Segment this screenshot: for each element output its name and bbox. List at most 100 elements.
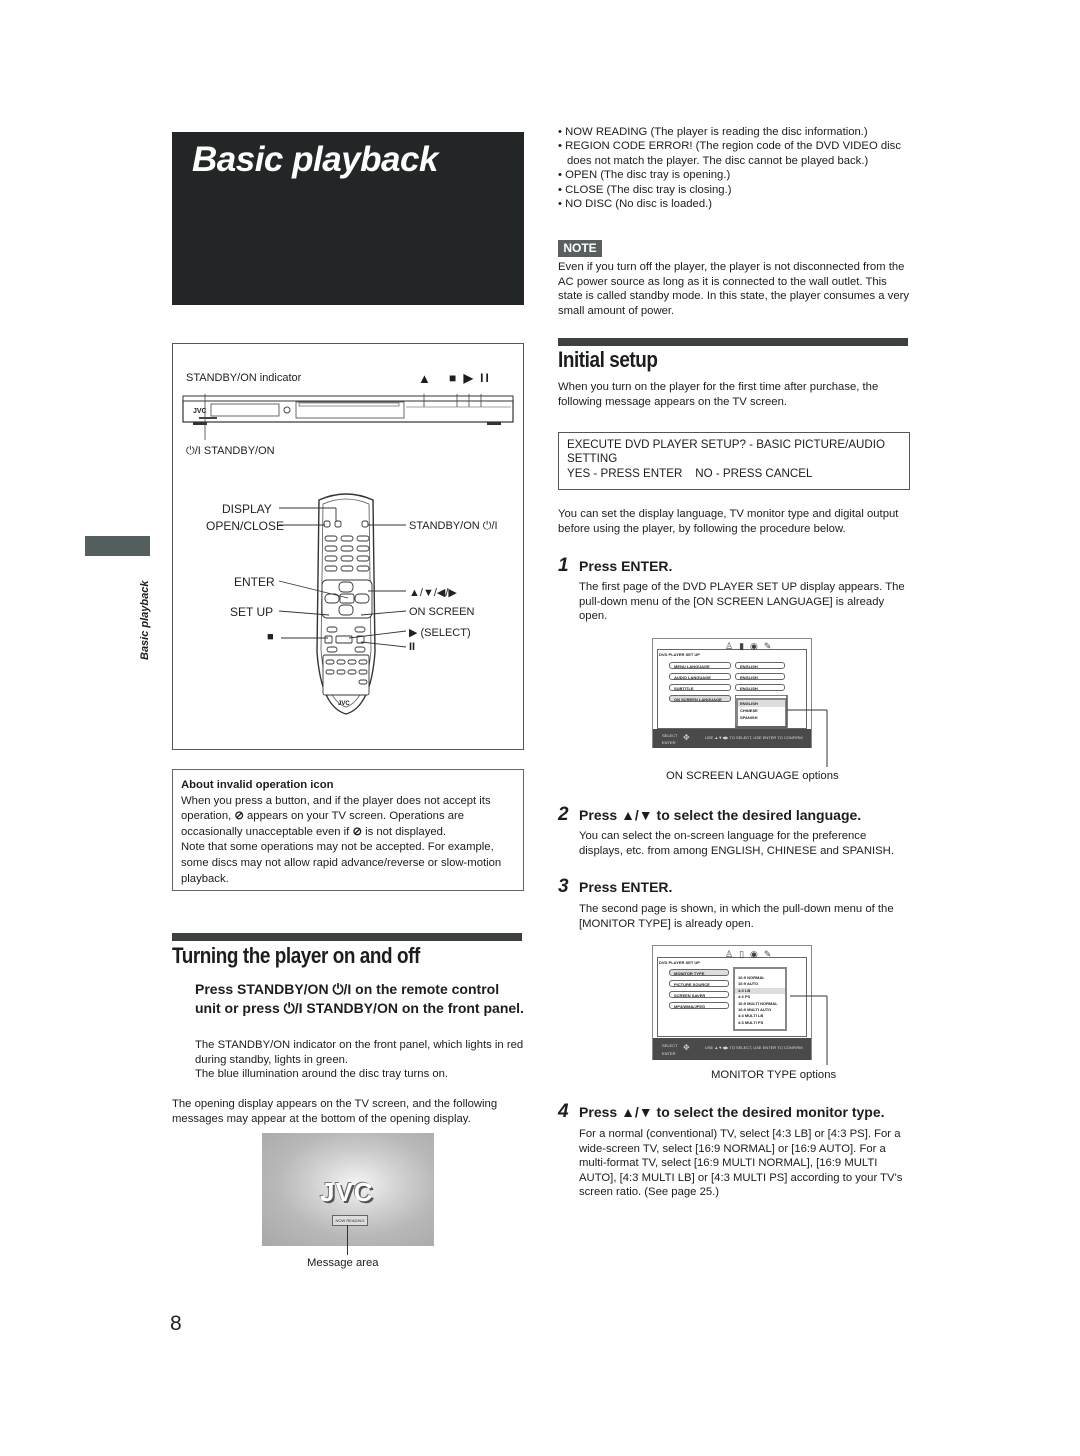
dvd-player-illustration: JVC bbox=[182, 394, 514, 440]
osd-row-label: PICTURE SOURCE bbox=[669, 980, 729, 987]
remote-label-open-close: OPEN/CLOSE bbox=[206, 519, 285, 533]
osd-language-caption: ON SCREEN LANGUAGE options bbox=[666, 770, 839, 782]
remote-label-arrows: ▲/▼/◀/▶ bbox=[409, 587, 457, 599]
osd-header: DVD PLAYER SET UP bbox=[659, 652, 700, 657]
prohibited-icon: ⊘ bbox=[352, 825, 362, 838]
transport-icons: ■ ▶ II bbox=[449, 371, 491, 385]
standby-indicator-label: STANDBY/ON indicator bbox=[186, 372, 302, 384]
osd-row-label: SCREEN SAVER bbox=[669, 991, 729, 998]
note-text: Even if you turn off the player, the pla… bbox=[558, 261, 910, 317]
power-icon: ⏻/I bbox=[186, 445, 201, 457]
setup-message-line2: YES - PRESS ENTER NO - PRESS CANCEL bbox=[567, 466, 813, 480]
step-number: 4 bbox=[558, 1101, 569, 1122]
section-divider bbox=[558, 338, 908, 346]
remote-label-standby: STANDBY/ON ⏻/I bbox=[409, 520, 498, 532]
message-area-callout bbox=[347, 1225, 348, 1255]
osd-tab-icons: ♙▯◉✎ bbox=[725, 949, 778, 959]
message-item: • REGION CODE ERROR! (The region code of… bbox=[558, 140, 901, 167]
message-area-caption: Message area bbox=[307, 1257, 379, 1269]
invalid-operation-line2: operation, ⊘ appears on your TV screen. … bbox=[181, 810, 465, 823]
setup-message-box: EXECUTE DVD PLAYER SETUP? - BASIC PICTUR… bbox=[558, 432, 910, 490]
osd-row-label: MENU LANGUAGE bbox=[669, 662, 731, 669]
step-number: 1 bbox=[558, 555, 569, 576]
chapter-title: Basic playback bbox=[192, 140, 438, 179]
turning-after: The opening display appears on the TV sc… bbox=[172, 1098, 498, 1125]
opening-display-image: JVC NOW READING bbox=[262, 1133, 434, 1246]
osd-footer: SELECT ENTER ✥ USE ▲▼◀▶ TO SELECT, USE E… bbox=[653, 1038, 811, 1060]
stop-icon: ■ bbox=[267, 631, 274, 643]
standby-button-label: ⏻/I STANDBY/ON bbox=[186, 445, 275, 457]
message-item: • CLOSE (The disc tray is closing.) bbox=[558, 183, 732, 196]
message-list: • NOW READING (The player is reading the… bbox=[558, 125, 910, 211]
osd-tab-icons: ♙▮◉✎ bbox=[725, 641, 778, 651]
section-divider bbox=[172, 933, 522, 941]
osd-row-value: ENGLISH bbox=[735, 673, 785, 680]
step-1-text: The first page of the DVD PLAYER SET UP … bbox=[579, 581, 905, 623]
invalid-operation-heading: About invalid operation icon bbox=[181, 779, 334, 791]
jvc-logo: JVC bbox=[320, 1177, 374, 1207]
step-1: 1 Press ENTER. bbox=[558, 555, 672, 577]
remote-label-set-up: SET UP bbox=[230, 605, 274, 619]
osd-dropdown: 16:9 NORMAL 16:9 AUTO 4:3 LB 4:3 PS 16:9… bbox=[733, 967, 787, 1031]
osd-footer-hint: USE ▲▼◀▶ TO SELECT, USE ENTER TO CONFIRM bbox=[705, 1045, 803, 1050]
section-title-initial-setup: Initial setup bbox=[558, 347, 658, 372]
remote-label-select: ▶ (SELECT) bbox=[409, 627, 471, 639]
invalid-operation-line1: When you press a button, and if the play… bbox=[181, 794, 491, 807]
osd-monitor-callout bbox=[790, 995, 828, 1065]
invalid-operation-line4: Note that some operations may not be acc… bbox=[181, 841, 502, 885]
osd-row-label: SUBTITLE bbox=[669, 684, 731, 691]
initial-setup-after: You can set the display language, TV mon… bbox=[558, 508, 899, 535]
note-badge: NOTE bbox=[558, 240, 602, 257]
invalid-operation-note: About invalid operation icon When you pr… bbox=[172, 769, 524, 891]
osd-monitor-caption: MONITOR TYPE options bbox=[711, 1069, 837, 1081]
osd-row-label-selected: ON SCREEN LANGUAGE bbox=[669, 695, 731, 702]
invalid-operation-line3: occasionally unacceptable even if ⊘ is n… bbox=[181, 825, 447, 838]
remote-label-display: DISPLAY bbox=[222, 502, 272, 516]
dpad-icon: ✥ bbox=[683, 1043, 690, 1052]
message-area-box: NOW READING bbox=[332, 1215, 368, 1226]
osd-option: 4:3 MULTI PS bbox=[738, 1019, 764, 1025]
remote-label-on-screen: ON SCREEN bbox=[409, 606, 475, 618]
step-3-text: The second page is shown, in which the p… bbox=[579, 903, 894, 930]
message-item: • OPEN (The disc tray is opening.) bbox=[558, 169, 731, 182]
osd-row-label-selected: MONITOR TYPE bbox=[669, 969, 729, 976]
svg-text:JVC: JVC bbox=[193, 408, 207, 415]
step-2-text: You can select the on-screen language fo… bbox=[579, 830, 894, 857]
osd-row-value: ENGLISH bbox=[735, 662, 785, 669]
osd-row-label: MP3/WMA/JPEG bbox=[669, 1002, 729, 1009]
side-tab-label: Basic playback bbox=[139, 580, 151, 661]
message-item: • NO DISC (No disc is loaded.) bbox=[558, 198, 712, 211]
setup-message-line1: EXECUTE DVD PLAYER SETUP? - BASIC PICTUR… bbox=[567, 438, 886, 466]
step-2: 2 Press ▲/▼ to select the desired langua… bbox=[558, 804, 861, 826]
step-heading: Press ▲/▼ to select the desired language… bbox=[579, 807, 862, 823]
turning-instruction: Press STANDBY/ON ⏻/I on the remote contr… bbox=[195, 981, 524, 1016]
step-3: 3 Press ENTER. bbox=[558, 876, 672, 898]
prohibited-icon: ⊘ bbox=[234, 810, 244, 823]
step-number: 3 bbox=[558, 876, 569, 897]
message-item: • NOW READING (The player is reading the… bbox=[558, 126, 868, 138]
osd-monitor-screen: DVD PLAYER SET UP ♙▯◉✎ MONITOR TYPE PICT… bbox=[652, 945, 812, 1060]
initial-setup-intro: When you turn on the player for the firs… bbox=[558, 381, 879, 408]
step-4-text: For a normal (conventional) TV, select [… bbox=[579, 1128, 903, 1199]
step-heading: Press ▲/▼ to select the desired monitor … bbox=[579, 1104, 885, 1120]
osd-header: DVD PLAYER SET UP bbox=[659, 960, 700, 965]
dpad-icon: ✥ bbox=[683, 733, 690, 742]
eject-icon: ▲ bbox=[418, 371, 431, 386]
controls-figure: STANDBY/ON indicator ▲ ■ ▶ II JVC ⏻/I ST… bbox=[172, 343, 524, 750]
turning-detail-2: The blue illumination around the disc tr… bbox=[195, 1068, 449, 1080]
osd-language-callout bbox=[735, 695, 828, 767]
turning-detail-1: The STANDBY/ON indicator on the front pa… bbox=[195, 1039, 524, 1066]
remote-label-enter: ENTER bbox=[234, 575, 275, 589]
side-tab-marker bbox=[85, 536, 150, 556]
step-4: 4 Press ▲/▼ to select the desired monito… bbox=[558, 1101, 885, 1123]
step-number: 2 bbox=[558, 804, 569, 825]
section-title-turning: Turning the player on and off bbox=[172, 943, 420, 968]
page-number: 8 bbox=[170, 1312, 182, 1335]
step-heading: Press ENTER. bbox=[579, 558, 673, 574]
step-heading: Press ENTER. bbox=[579, 879, 673, 895]
svg-text:JVC: JVC bbox=[338, 701, 350, 707]
osd-row-label: AUDIO LANGUAGE bbox=[669, 673, 731, 680]
remote-callout-lines bbox=[278, 507, 407, 648]
osd-row-value: ENGLISH bbox=[735, 684, 785, 691]
pause-icon: II bbox=[409, 641, 416, 653]
